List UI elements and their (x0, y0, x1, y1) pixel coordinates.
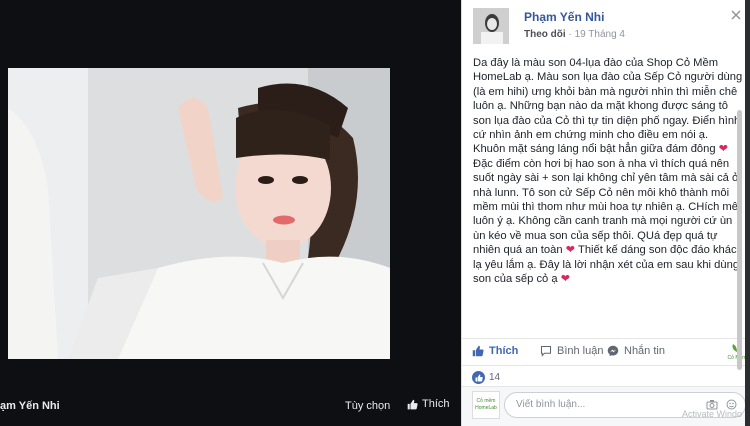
close-icon[interactable] (731, 8, 741, 23)
post-text-part-2: Đặc điểm còn hơi bị hao son à nha vì thí… (473, 157, 740, 257)
thumbs-up-icon (472, 345, 484, 357)
messenger-icon (607, 345, 619, 357)
comment-label: Bình luận (557, 345, 604, 357)
post-date[interactable]: 19 Tháng 4 (575, 29, 625, 40)
viewer-like-button[interactable]: Thích (407, 398, 450, 410)
commenter-avatar: Cỏ mềm HomeLab (472, 391, 500, 419)
reaction-summary[interactable]: 14 (472, 371, 500, 384)
author-avatar[interactable] (473, 8, 509, 44)
post-photo[interactable] (8, 68, 390, 359)
post-meta: Theo dõi · 19 Tháng 4 (524, 29, 625, 40)
post-body: Da đây là màu son 04-lụa đào của Shop Cỏ… (473, 56, 743, 287)
selfie-image (8, 68, 390, 359)
heart-icon: ❤ (560, 273, 571, 286)
window-edge (745, 0, 750, 426)
post-panel: Phạm Yến Nhi Theo dõi · 19 Tháng 4 Da đâ… (461, 0, 750, 426)
post-actions: Thích Bình luận Nhắn tin Cỏ Mềm (462, 338, 750, 366)
speech-bubble-icon (540, 345, 552, 357)
scrollbar[interactable] (737, 110, 742, 370)
commenter-avatar-line1: Cỏ mềm (476, 398, 496, 404)
post-text-part-1: Da đây là màu son 04-lụa đào của Shop Cỏ… (473, 57, 743, 156)
comment-placeholder: Viết bình luận... (516, 399, 586, 410)
options-button[interactable]: Tùy chọn (345, 400, 390, 412)
like-button[interactable]: Thích (472, 345, 518, 357)
message-label: Nhắn tin (624, 345, 665, 357)
photo-owner-name[interactable]: ạm Yến Nhi (0, 400, 60, 412)
like-label: Thích (489, 345, 519, 357)
photo-viewer: ạm Yến Nhi Tùy chọn Thích (0, 0, 458, 426)
thumbs-up-icon (407, 399, 418, 409)
like-reaction-icon (472, 371, 485, 384)
viewer-like-label: Thích (422, 398, 450, 410)
message-button[interactable]: Nhắn tin (607, 345, 665, 357)
follow-button[interactable]: Theo dõi (524, 29, 566, 40)
author-name[interactable]: Phạm Yến Nhi (524, 10, 604, 24)
heart-icon: ❤ (718, 143, 729, 156)
reaction-count: 14 (489, 372, 501, 383)
activate-windows-watermark: Activate Windo (682, 409, 743, 419)
viewer-footer: ạm Yến Nhi Tùy chọn Thích (0, 392, 458, 420)
commenter-avatar-line2: HomeLab (475, 405, 497, 411)
heart-icon: ❤ (565, 244, 576, 257)
comment-composer: Cỏ mềm HomeLab Viết bình luận... Activat… (462, 386, 750, 426)
comment-button[interactable]: Bình luận (540, 345, 603, 357)
avatar-image (473, 8, 509, 44)
meta-separator: · (565, 29, 575, 40)
post-header: Phạm Yến Nhi Theo dõi · 19 Tháng 4 (473, 6, 743, 46)
